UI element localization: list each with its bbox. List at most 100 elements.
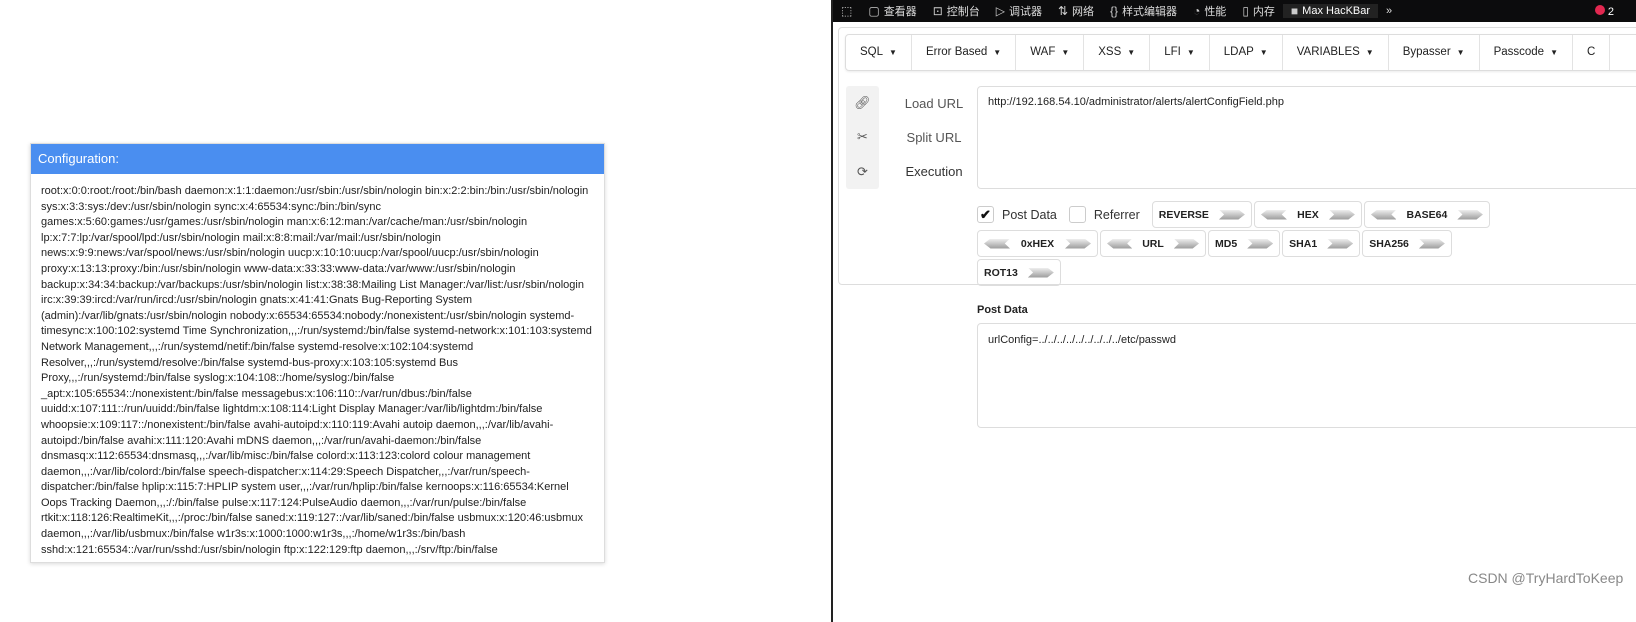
button-label: REVERSE [1158,208,1209,221]
tab-inspector[interactable]: ▢ 查看器 [860,3,924,19]
menu-label: VARIABLES [1296,46,1360,58]
performance-icon: ◔ [1193,4,1201,18]
inspector-icon: ▢ [868,4,880,18]
arrow-right-icon [1218,209,1245,220]
tab-label: 内存 [1252,6,1275,18]
caret-down-icon: ▼ [1259,48,1268,57]
caret-down-icon: ▼ [1127,48,1136,57]
arrow-right-icon [1327,238,1354,249]
tab-label: 网络 [1072,6,1095,18]
button-label: URL [1142,237,1164,250]
button-label: BASE64 [1406,208,1448,221]
post-data-input[interactable]: urlConfig=../../../../../../../../../etc… [977,323,1636,428]
caret-down-icon: ▼ [1365,48,1374,57]
caret-down-icon: ▼ [1456,48,1465,57]
button-label: HEX [1297,208,1319,221]
menu-label: SQL [860,46,884,58]
tab-label: Max HacKBar [1302,5,1371,17]
element-picker-icon[interactable]: ⬚ [833,4,860,18]
console-icon: ⊡ [932,4,943,18]
style-editor-icon: {} [1110,4,1119,18]
menu-sql[interactable]: SQL ▼ [846,35,912,70]
menu-passcode[interactable]: Passcode ▼ [1480,35,1574,70]
menu-bypasser[interactable]: Bypasser ▼ [1389,35,1480,70]
button-label: SHA1 [1289,237,1318,250]
url-encode-button[interactable]: URL [1100,230,1206,257]
encoding-options: ✔ Post Data Referrer REVERSE HEX BASE64 0… [977,201,1497,286]
checkbox-box [1068,206,1086,223]
more-tabs-icon[interactable]: » [1378,5,1400,17]
tab-label: 查看器 [883,6,917,18]
tab-console[interactable]: ⊡ 控制台 [925,3,988,19]
hackbar-icon: ■ [1290,4,1299,18]
reverse-button[interactable]: REVERSE [1151,201,1252,228]
button-label: 0xHEX [1020,237,1055,250]
arrow-right-icon [1027,267,1054,278]
tab-debugger[interactable]: ▷ 调试器 [988,3,1050,19]
arrow-right-icon [1173,238,1199,249]
configuration-panel: Configuration: root:x:0:0:root:/root:/bi… [30,143,605,563]
button-label: ROT13 [984,266,1018,279]
menu-label: LFI [1164,46,1181,58]
menu-label: LDAP [1223,46,1254,58]
checkbox-label: Referrer [1093,207,1140,222]
post-data-label: Post Data [977,304,1028,316]
menu-label: Error Based [925,46,988,58]
arrow-left-icon [1260,209,1287,220]
tab-hackbar[interactable]: ■ Max HacKBar [1282,4,1379,18]
caret-down-icon: ▼ [889,48,897,57]
rot13-button[interactable]: ROT13 [977,259,1061,286]
tab-memory[interactable]: ▯ 内存 [1234,3,1283,19]
menu-lfi[interactable]: LFI ▼ [1150,35,1210,70]
refresh-icon[interactable]: ⟳ [857,164,868,180]
menu-variables[interactable]: VARIABLES ▼ [1283,35,1389,70]
0xhex-button[interactable]: 0xHEX [977,230,1098,257]
menu-ldap[interactable]: LDAP ▼ [1210,35,1283,70]
error-count[interactable]: 2 [1594,4,1614,18]
passwd-content: root:x:0:0:root:/root:/bin/bash daemon:x… [41,185,592,556]
referrer-checkbox[interactable]: Referrer [1068,201,1150,228]
error-count-label: 2 [1607,5,1614,18]
tab-label: 性能 [1204,6,1227,18]
checkmark-icon: ✔ [977,206,994,223]
sha256-button[interactable]: SHA256 [1362,230,1452,257]
url-input[interactable]: http://192.168.54.10/administrator/alert… [977,86,1636,189]
menu-error-based[interactable]: Error Based ▼ [912,35,1017,70]
network-icon: ⇅ [1057,4,1069,18]
tab-style-editor[interactable]: {} 样式编辑器 [1102,3,1185,19]
split-url-button[interactable]: Split URL [907,130,962,145]
menu-label: WAF [1030,46,1056,58]
menu-waf[interactable]: WAF ▼ [1016,35,1085,70]
action-icons: 🔗︎ ✂ ⟳ [846,86,879,189]
tab-performance[interactable]: ◔ 性能 [1185,3,1234,19]
sha1-button[interactable]: SHA1 [1282,230,1361,257]
caret-down-icon: ▼ [1186,48,1195,57]
arrow-left-icon [1370,209,1397,220]
menu-label: Bypasser [1402,46,1451,58]
error-icon [1594,4,1605,15]
menu-more[interactable]: C [1573,35,1611,70]
md5-button[interactable]: MD5 [1208,230,1281,257]
load-url-button[interactable]: Load URL [905,96,964,111]
base64-button[interactable]: BASE64 [1363,201,1490,228]
hex-button[interactable]: HEX [1253,201,1362,228]
post-data-checkbox[interactable]: ✔ Post Data [977,201,1067,228]
button-label: SHA256 [1369,237,1409,250]
memory-icon: ▯ [1242,4,1249,18]
arrow-right-icon [1328,209,1355,220]
caret-down-icon: ▼ [1550,48,1559,57]
tab-network[interactable]: ⇅ 网络 [1050,3,1102,19]
checkbox-label: Post Data [1002,207,1057,222]
menu-label: XSS [1098,46,1122,58]
caret-down-icon: ▼ [993,48,1002,57]
menu-label: C [1587,46,1596,58]
arrow-left-icon [1107,238,1133,249]
scissors-icon[interactable]: ✂ [857,129,868,145]
panel-title: Configuration: [31,144,604,174]
execution-button[interactable]: Execution [905,164,962,179]
hackbar-menu: SQL ▼ Error Based ▼ WAF ▼ XSS ▼ LFI ▼ LDAP ▼ V… [845,34,1636,71]
menu-xss[interactable]: XSS ▼ [1084,35,1151,70]
arrow-right-icon [1418,238,1445,249]
menu-label: Passcode [1493,46,1545,58]
link-icon[interactable]: 🔗︎ [854,95,871,111]
